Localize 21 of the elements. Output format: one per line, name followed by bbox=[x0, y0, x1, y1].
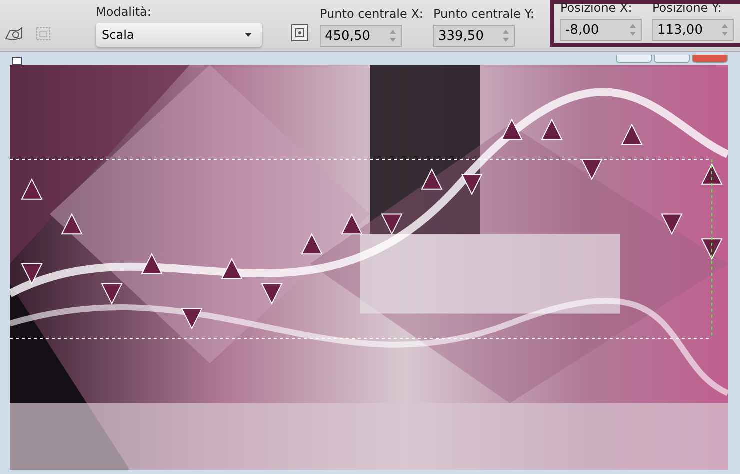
document-icon bbox=[12, 57, 22, 65]
mode-label: Modalità: bbox=[96, 5, 152, 19]
spinner-arrows-icon[interactable] bbox=[389, 29, 397, 43]
mode-dropdown[interactable]: Scala bbox=[96, 23, 262, 47]
spinner-arrows-icon[interactable] bbox=[502, 29, 510, 43]
position-field[interactable]: 113,00 bbox=[652, 19, 734, 41]
center-coordinate-field[interactable]: 339,50 bbox=[433, 25, 516, 47]
position-label: Posizione Y: bbox=[652, 1, 723, 15]
minimize-button[interactable] bbox=[616, 55, 652, 63]
maximize-button[interactable] bbox=[654, 55, 690, 63]
center-coordinate-label: Punto centrale Y: bbox=[433, 7, 534, 21]
spinner-arrows-icon[interactable] bbox=[629, 23, 638, 37]
position-label: Posizione X: bbox=[560, 1, 634, 15]
center-coordinate-field[interactable]: 450,50 bbox=[320, 25, 402, 47]
undo-shape-icon[interactable] bbox=[4, 25, 24, 43]
center-shape-icon[interactable] bbox=[290, 23, 310, 43]
center-coordinate-label: Punto centrale X: bbox=[320, 7, 424, 21]
close-button[interactable] bbox=[692, 55, 728, 63]
position-field[interactable]: -8,00 bbox=[560, 19, 642, 41]
spinner-arrows-icon[interactable] bbox=[721, 23, 730, 37]
dropdown-caret-icon[interactable] bbox=[245, 33, 252, 37]
